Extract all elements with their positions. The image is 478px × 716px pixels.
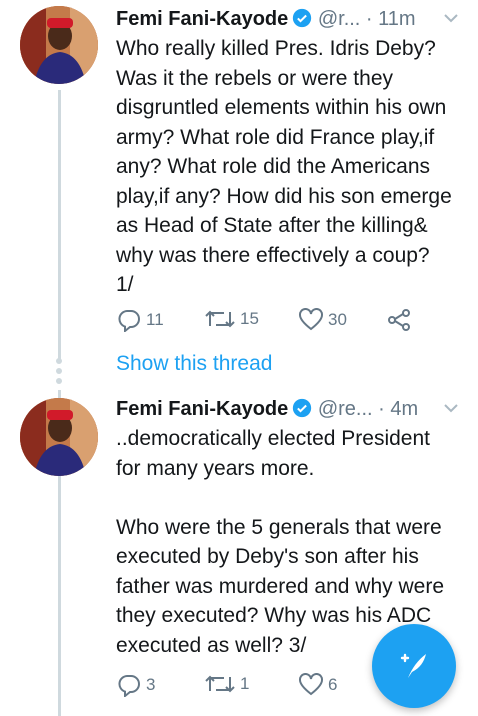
heart-icon: [299, 673, 323, 696]
author-name[interactable]: Femi Fani-Kayode: [116, 398, 288, 420]
reply-count: 11: [146, 310, 164, 329]
share-button[interactable]: [386, 308, 412, 332]
timestamp[interactable]: 4m: [390, 398, 418, 420]
separator: ·: [365, 8, 373, 30]
verified-badge-icon: [292, 397, 312, 427]
timestamp[interactable]: 11m: [378, 8, 415, 30]
tweet-header: Femi Fani-Kayode @r... · 11m: [116, 4, 464, 34]
author-handle[interactable]: @re...: [318, 398, 373, 420]
show-thread-link[interactable]: Show this thread: [116, 352, 272, 376]
reply-count: 3: [146, 675, 156, 694]
reply-icon: [118, 675, 140, 697]
like-count: 30: [328, 310, 347, 329]
tweet-text: Who really killed Pres. Idris Deby? Was …: [116, 37, 452, 296]
thread-gap-dot: [56, 368, 62, 374]
thread-gap-dot: [56, 378, 62, 384]
retweet-button[interactable]: 1: [204, 673, 249, 695]
thread-gap-dot: [56, 358, 62, 364]
share-icon: [388, 309, 410, 331]
tweet-1[interactable]: Femi Fani-Kayode @r... · 11m Who really …: [0, 0, 478, 350]
avatar[interactable]: [20, 398, 98, 476]
retweet-button[interactable]: 15: [204, 308, 259, 330]
compose-feather-icon: [400, 653, 426, 678]
like-button[interactable]: 6: [298, 673, 337, 697]
retweet-icon: [205, 675, 235, 693]
reply-button[interactable]: 11: [116, 308, 164, 332]
author-handle[interactable]: @r...: [318, 8, 361, 30]
separator: ·: [378, 398, 385, 420]
tweet-header: Femi Fani-Kayode @re... · 4m: [116, 394, 464, 424]
reply-button[interactable]: 3: [116, 673, 155, 697]
compose-tweet-button[interactable]: [372, 624, 456, 708]
retweet-icon: [205, 310, 235, 328]
retweet-count: 15: [240, 309, 259, 328]
avatar[interactable]: [20, 6, 98, 84]
author-name[interactable]: Femi Fani-Kayode: [116, 8, 288, 30]
heart-icon: [299, 308, 323, 331]
like-button[interactable]: 30: [298, 308, 347, 332]
reply-icon: [118, 310, 140, 332]
like-count: 6: [328, 675, 338, 694]
retweet-count: 1: [240, 674, 250, 693]
verified-badge-icon: [292, 7, 312, 37]
